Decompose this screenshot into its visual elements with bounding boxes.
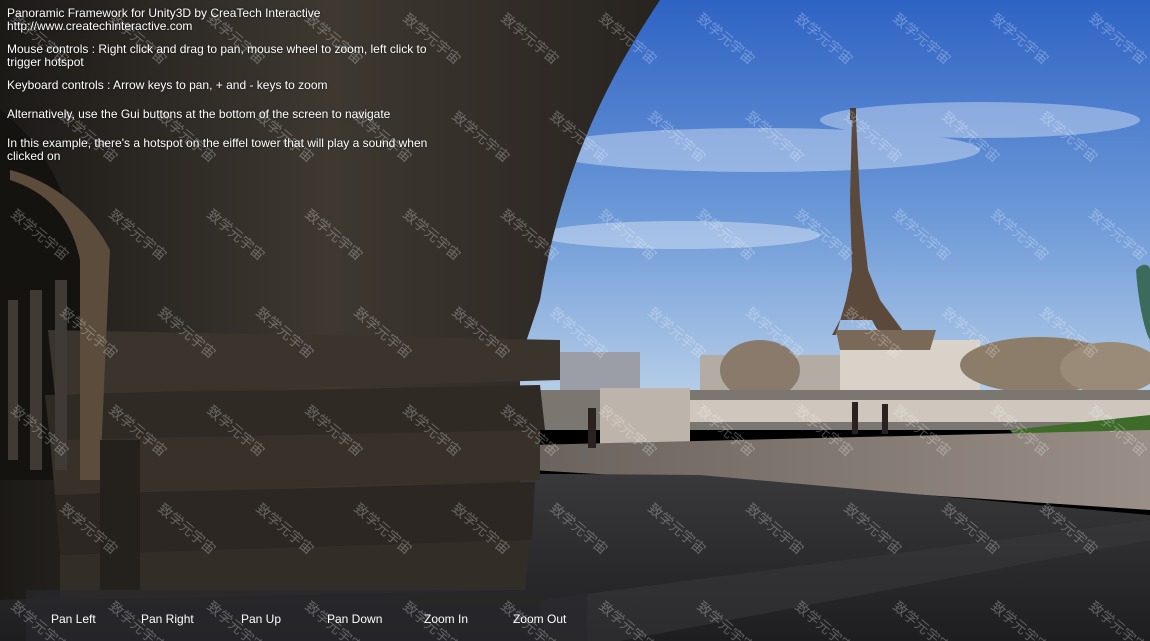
website-link: http://www.createchinteractive.com [7,19,193,33]
hotspot-text: In this example, there's a hotspot on th… [7,136,428,150]
pan-left-button[interactable]: Pan Left [51,610,96,628]
pan-down-button[interactable]: Pan Down [327,610,382,628]
zoom-out-button[interactable]: Zoom Out [513,610,566,628]
hotspot-text-cont: clicked on [7,149,61,163]
colonnade [8,280,67,470]
bridge-pillar [600,388,690,448]
mouse-controls-text-cont: trigger hotspot [7,55,84,69]
zoom-in-button[interactable]: Zoom In [424,610,468,628]
instructions-panel: Panoramic Framework for Unity3D by CreaT… [7,7,452,163]
gui-buttons-text: Alternatively, use the Gui buttons at th… [7,107,391,121]
navigation-toolbar: Pan Left Pan Right Pan Up Pan Down Zoom … [26,590,587,641]
keyboard-controls-text: Keyboard controls : Arrow keys to pan, +… [7,78,328,92]
pan-right-button[interactable]: Pan Right [141,610,194,628]
panorama-viewport[interactable]: Panoramic Framework for Unity3D by CreaT… [0,0,1150,641]
balustrade [690,400,1150,422]
pan-up-button[interactable]: Pan Up [241,610,281,628]
